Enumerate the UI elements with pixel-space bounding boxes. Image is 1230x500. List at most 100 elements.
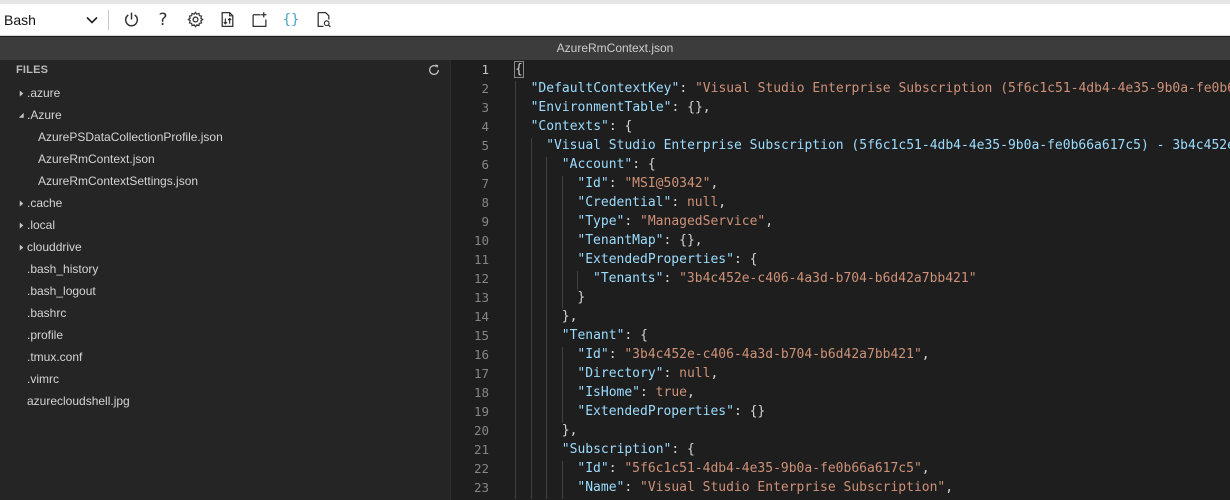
code-line: 9 "Type": "ManagedService", — [451, 212, 1230, 233]
indent-guide — [546, 176, 548, 195]
code-editor[interactable]: 1{2 "DefaultContextKey": "Visual Studio E… — [451, 60, 1230, 500]
code-line: 5 "Visual Studio Enterprise Subscription … — [451, 136, 1230, 157]
indent-guide — [530, 138, 532, 157]
settings-button[interactable] — [179, 6, 211, 34]
tree-folder[interactable]: .Azure — [0, 104, 450, 126]
code-text: { — [489, 61, 524, 78]
tree-folder[interactable]: .cache — [0, 192, 450, 214]
tree-file[interactable]: .tmux.conf — [0, 346, 450, 368]
indent-guide — [515, 100, 516, 119]
line-number: 18 — [473, 385, 489, 400]
indent-guide — [561, 271, 563, 290]
indent-guide — [546, 233, 548, 252]
chevron-right-icon — [16, 82, 26, 104]
line-number: 6 — [481, 157, 489, 172]
line-number: 1 — [481, 62, 489, 77]
chevron-right-icon — [16, 236, 26, 258]
line-number: 7 — [481, 176, 489, 191]
tree-folder[interactable]: .azure — [0, 82, 450, 104]
code-line: 1{ — [451, 60, 1230, 79]
indent-guide — [515, 423, 516, 442]
code-text: "Visual Studio Enterprise Subscription (… — [489, 138, 1230, 157]
indent-guide — [561, 233, 563, 252]
tree-file[interactable]: AzurePSDataCollectionProfile.json — [0, 126, 450, 148]
code-token: : — [663, 366, 680, 381]
files-header: FILES — [0, 60, 450, 80]
code-token: , — [765, 214, 774, 229]
line-number: 5 — [481, 138, 489, 153]
code-token: "Id" — [577, 176, 609, 191]
indent-guide — [515, 157, 516, 176]
indent-guide — [546, 461, 548, 480]
indent-guide — [515, 290, 516, 309]
shell-type-label: Bash — [4, 11, 36, 28]
indent-guide — [546, 385, 548, 404]
tree-item-label: .bash_logout — [27, 284, 96, 298]
indent-guide — [515, 176, 516, 195]
indent-guide — [530, 271, 532, 290]
line-number: 16 — [473, 347, 489, 362]
line-number: 2 — [481, 81, 489, 96]
indent-guide — [561, 404, 563, 423]
code-line: 7 "Id": "MSI@50342", — [451, 174, 1230, 195]
tree-file[interactable]: AzureRmContext.json — [0, 148, 450, 170]
code-line: 14}, — [451, 307, 1230, 328]
web-preview-button[interactable] — [307, 6, 339, 34]
tree-file[interactable]: AzureRmContextSettings.json — [0, 170, 450, 192]
indent-guide — [546, 366, 548, 385]
new-session-button[interactable] — [243, 6, 275, 34]
code-token: , — [710, 176, 719, 191]
code-token: : { — [733, 252, 758, 267]
code-token: "Credential" — [577, 195, 672, 210]
code-text: "Type": "ManagedService", — [489, 214, 774, 233]
tree-folder[interactable]: .local — [0, 214, 450, 236]
code-token: "Visual Studio Enterprise Subscription" — [640, 480, 946, 495]
tree-file[interactable]: .profile — [0, 324, 450, 346]
help-button[interactable]: ? — [147, 6, 179, 34]
tree-file[interactable]: .bash_history — [0, 258, 450, 280]
indent-guide — [515, 309, 516, 328]
code-text: }, — [489, 423, 577, 442]
editor-button[interactable]: {} — [275, 6, 307, 34]
code-text: "Id": "3b4c452e-c406-4a3d-b704-b6d42a7bb… — [489, 347, 930, 366]
code-line: 15 "Tenant": { — [451, 326, 1230, 347]
cloud-shell-toolbar: Bash ? {} — [0, 4, 1230, 36]
indent-guide — [515, 442, 516, 461]
code-token: : — [608, 176, 625, 191]
shell-type-select[interactable]: Bash — [0, 6, 106, 34]
upload-download-icon — [221, 11, 233, 28]
code-line: 17 "Directory": null, — [451, 364, 1230, 385]
indent-guide — [546, 252, 548, 271]
tree-file[interactable]: .vimrc — [0, 368, 450, 390]
restart-button[interactable] — [115, 6, 147, 34]
code-token: "Directory" — [577, 366, 664, 381]
code-line: 8 "Credential": null, — [451, 193, 1230, 214]
tree-file[interactable]: azurecloudshell.jpg — [0, 390, 450, 412]
code-token: : — [608, 347, 625, 362]
web-preview-icon — [317, 11, 331, 28]
code-line: 19 "ExtendedProperties": {} — [451, 402, 1230, 423]
indent-guide — [515, 138, 516, 157]
code-token: null — [679, 366, 711, 381]
indent-guide — [530, 480, 532, 499]
indent-guide — [515, 461, 516, 480]
code-token: : {} — [733, 404, 766, 419]
tree-file[interactable]: .bashrc — [0, 302, 450, 324]
upload-download-button[interactable] — [211, 6, 243, 34]
code-token: : — [608, 461, 625, 476]
line-number: 14 — [473, 309, 489, 324]
tree-item-label: azurecloudshell.jpg — [27, 394, 130, 408]
code-text: }, — [489, 309, 577, 328]
braces-icon: {} — [282, 11, 300, 28]
tree-folder[interactable]: clouddrive — [0, 236, 450, 258]
refresh-button[interactable] — [426, 62, 442, 78]
code-token: "Tenants" — [593, 271, 664, 286]
code-line: 11 "ExtendedProperties": { — [451, 250, 1230, 271]
indent-guide — [561, 461, 563, 480]
tree-file[interactable]: .bash_logout — [0, 280, 450, 302]
code-token: : { — [671, 442, 695, 457]
indent-guide — [546, 480, 548, 499]
code-token: "MSI@50342" — [624, 176, 711, 191]
code-text: "Subscription": { — [489, 442, 695, 461]
indent-guide — [515, 214, 516, 233]
